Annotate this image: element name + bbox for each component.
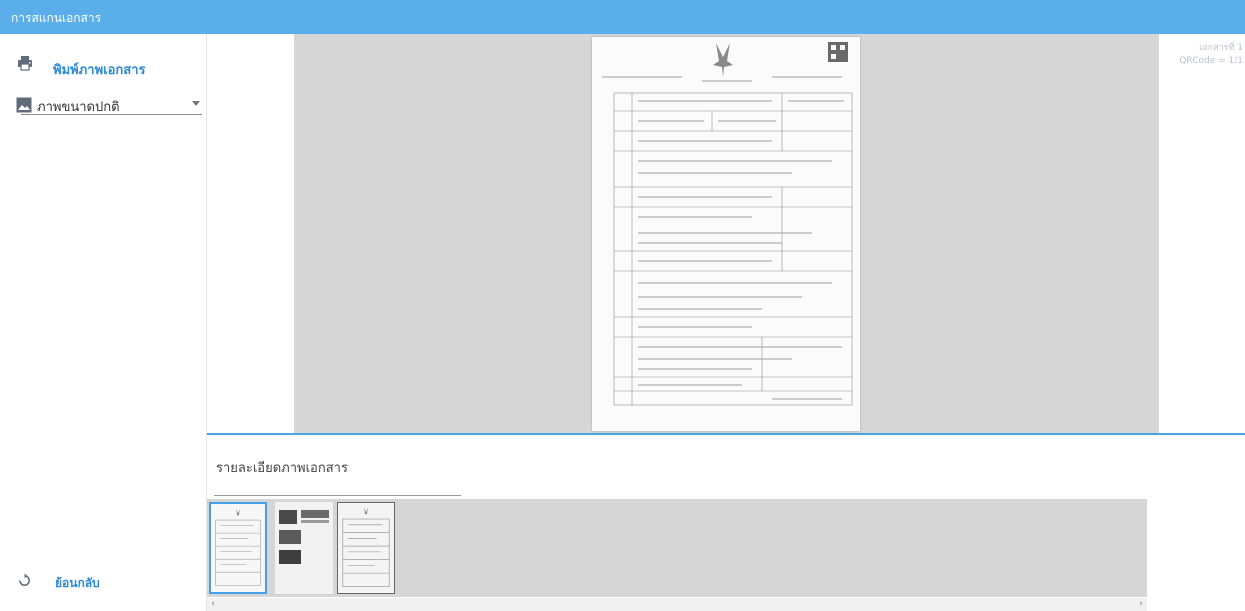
page-indicator-line: QRCode = 1/1 xyxy=(1179,56,1243,66)
app-header: การสแกนเอกสาร xyxy=(0,0,1245,34)
thumbnail-document[interactable] xyxy=(275,502,333,594)
page-indicator: เอกสารที่ 1 QRCode = 1/1 xyxy=(1167,42,1243,68)
page-indicator-line: เอกสารที่ 1 xyxy=(1199,43,1243,53)
horizontal-scrollbar[interactable]: ‹ › xyxy=(207,598,1147,611)
scanned-document-image xyxy=(592,37,860,431)
sidebar: พิมพ์ภาพเอกสาร ภาพขนาดปกติ ย้อนกลับ xyxy=(0,34,207,611)
chevron-left-icon[interactable]: ‹ xyxy=(207,598,219,611)
back-icon xyxy=(19,573,30,586)
select-underline xyxy=(21,114,202,115)
section-divider xyxy=(207,433,1245,435)
image-size-select[interactable]: ภาพขนาดปกติ xyxy=(16,90,202,120)
thumbnail-strip xyxy=(207,499,1147,597)
app-title: การสแกนเอกสาร xyxy=(11,11,102,25)
back-label: ย้อนกลับ xyxy=(55,576,100,590)
document-preview-area xyxy=(294,34,1159,433)
document-details-title: รายละเอียดภาพเอกสาร xyxy=(216,461,348,476)
chevron-down-icon[interactable] xyxy=(192,101,200,106)
image-icon xyxy=(16,97,32,113)
details-underline xyxy=(214,495,461,496)
print-document-button[interactable]: พิมพ์ภาพเอกสาร xyxy=(0,46,206,88)
printer-icon xyxy=(18,56,32,71)
chevron-right-icon[interactable]: › xyxy=(1135,598,1147,611)
print-label: พิมพ์ภาพเอกสาร xyxy=(53,63,146,78)
thumbnail-document[interactable] xyxy=(337,502,395,594)
thumbnail-document[interactable] xyxy=(209,502,267,594)
back-button[interactable]: ย้อนกลับ xyxy=(17,569,187,595)
